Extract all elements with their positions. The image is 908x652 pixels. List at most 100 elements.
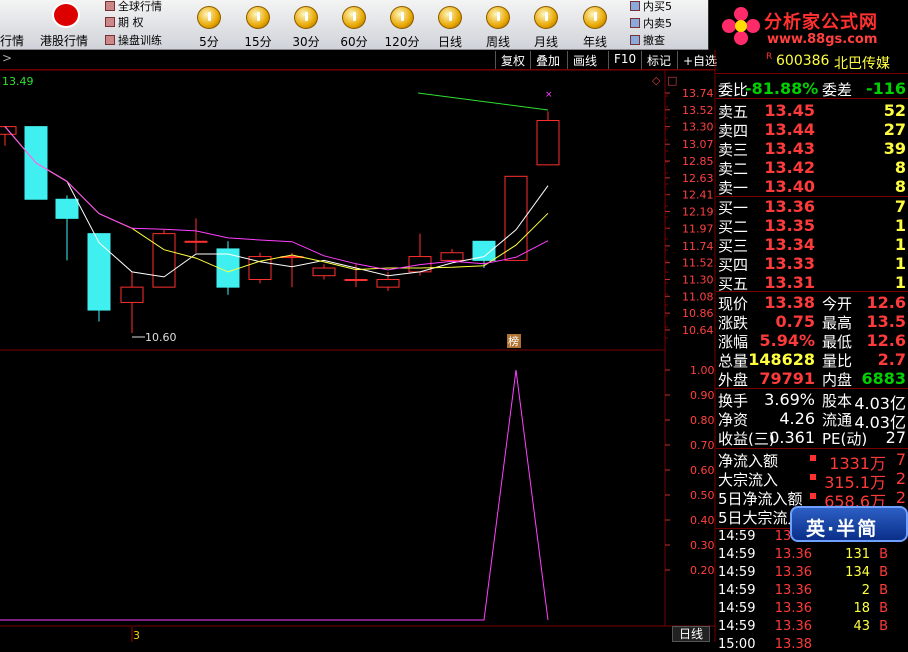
ask-volume: 8: [894, 177, 906, 196]
ma-line-white: [4, 126, 549, 278]
candle-body: [184, 240, 208, 243]
bid-price: 13.36: [764, 197, 815, 216]
candle-body: [120, 286, 144, 303]
ask-price: 13.45: [764, 101, 815, 120]
ask-volume: 52: [883, 101, 906, 120]
period-indicator[interactable]: 日线: [672, 626, 710, 642]
candle-body: [376, 278, 400, 288]
indicator-tick-label: 0.50: [690, 489, 715, 502]
wei-bi-value-2: -116: [865, 79, 906, 98]
price-tick-label: 13.52: [682, 104, 714, 117]
price-tick-label: 11.30: [682, 273, 714, 286]
price-tick-label: 10.64: [682, 324, 714, 337]
indicator-tick-label: 1.00: [690, 364, 715, 377]
indicator-tick-label: 0.60: [690, 464, 715, 477]
ma-line-yellow: [4, 126, 549, 273]
stat-value-2: 12.6: [866, 293, 906, 312]
tick-time: 14:59: [718, 619, 756, 634]
ask-label: 卖二: [718, 160, 749, 178]
candle-body: [536, 120, 560, 166]
candle-body: [440, 252, 464, 261]
tick-volume: 134: [845, 565, 870, 580]
flow-label: 净流入额: [718, 452, 779, 470]
divider: [716, 388, 908, 389]
candle-body: [344, 278, 368, 281]
stat-value: 0.75: [775, 312, 815, 331]
candle-body: [312, 267, 336, 277]
tick-time: 14:59: [718, 583, 756, 598]
indicator-line: [0, 369, 549, 621]
wei-bi-value: -81.88%: [745, 79, 819, 98]
stat-value-2: 12.6: [866, 331, 906, 350]
ask-label: 卖五: [718, 103, 749, 121]
stat-value: 79791: [759, 369, 815, 388]
bid-volume: 1: [894, 216, 906, 235]
stat-value: 5.94%: [759, 331, 815, 350]
ime-status-badge[interactable]: 英·半简: [790, 506, 908, 542]
indicator-tick-label: 0.20: [690, 564, 715, 577]
stock-code: 600386: [776, 53, 830, 69]
tick-side: B: [879, 601, 888, 616]
bid-volume: 1: [894, 235, 906, 254]
stat-label: 涨幅: [718, 333, 749, 351]
indicator-tick-label: 0.90: [690, 389, 715, 402]
price-tick-label: 13.74: [682, 87, 714, 100]
ask-price: 13.40: [764, 177, 815, 196]
indicator-tick-label: 0.70: [690, 439, 715, 452]
bid-price: 13.35: [764, 216, 815, 235]
wei-bi-label: 委比: [718, 81, 749, 99]
bid-price: 13.33: [764, 254, 815, 273]
price-tick-label: 12.19: [682, 205, 714, 218]
fundamental-value: 0.361: [769, 428, 815, 447]
price-tick-label: 11.74: [682, 240, 714, 253]
tick-price: 13.36: [774, 601, 812, 616]
stat-value-2: 6883: [861, 369, 906, 388]
ma-line-magenta: [4, 126, 549, 271]
r-icon: R: [766, 52, 773, 62]
bid-price: 13.31: [764, 273, 815, 292]
divider: [716, 291, 908, 292]
flow-indicator-icon: [810, 455, 816, 461]
tick-side: B: [879, 619, 888, 634]
fundamental-value: 4.26: [779, 409, 815, 428]
bid-volume: 1: [894, 254, 906, 273]
ask-price: 13.43: [764, 139, 815, 158]
bid-label: 买四: [718, 256, 749, 274]
low-price-label: 10.60: [145, 331, 177, 344]
stat-label: 外盘: [718, 371, 749, 389]
candle-body: [472, 240, 496, 261]
ask-price: 13.42: [764, 158, 815, 177]
price-tick-label: 13.07: [682, 138, 714, 151]
flow-indicator-icon: [810, 493, 816, 499]
price-tick-label: 11.52: [682, 257, 714, 270]
stat-label: 涨跌: [718, 314, 749, 332]
stat-value: 148628: [748, 350, 815, 369]
tick-time: 14:59: [718, 529, 756, 544]
ma-line-green: [417, 92, 549, 111]
rank-tag-label: 榜: [508, 334, 519, 348]
price-tick-label: 10.86: [682, 307, 714, 320]
fundamental-label: 净资: [718, 411, 749, 429]
tick-time: 15:00: [718, 637, 756, 652]
indicator-tick-label: 0.80: [690, 414, 715, 427]
bid-volume: 7: [894, 197, 906, 216]
indicator-tick-label: 0.40: [690, 514, 715, 527]
divider: [716, 98, 908, 99]
tick-price: 13.38: [774, 637, 812, 652]
diamond-icon[interactable]: ◇: [652, 74, 661, 87]
tick-price: 13.36: [774, 547, 812, 562]
tick-volume: 43: [853, 619, 870, 634]
flow-extra: 2: [895, 469, 906, 488]
bid-price: 13.34: [764, 235, 815, 254]
bid-label: 买三: [718, 237, 749, 255]
price-tick-label: 11.08: [682, 290, 714, 303]
stat-label: 总量: [718, 352, 749, 370]
price-tick-label: 12.41: [682, 189, 714, 202]
tick-side: B: [879, 583, 888, 598]
indicator-tick-label: 0.30: [690, 539, 715, 552]
square-icon[interactable]: □: [667, 74, 677, 87]
tick-volume: 18: [853, 601, 870, 616]
stat-label: 现价: [718, 295, 749, 313]
candle-body: [87, 233, 111, 311]
fundamental-label: 换手: [718, 392, 749, 410]
